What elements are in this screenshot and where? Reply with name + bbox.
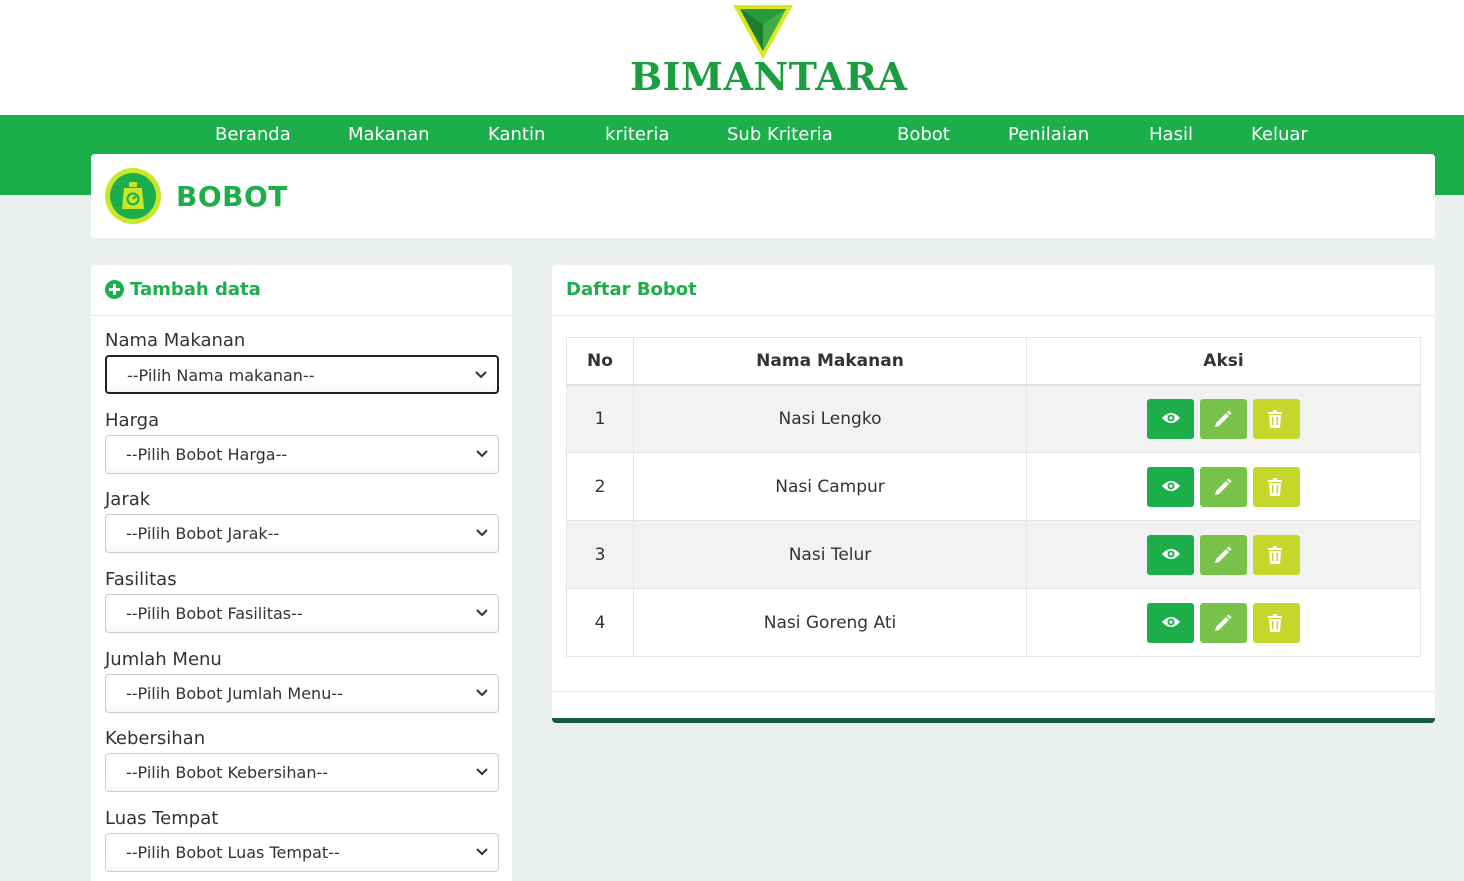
jumlah-menu-select[interactable]: --Pilih Bobot Jumlah Menu-- bbox=[105, 674, 499, 713]
column-header-no[interactable]: No bbox=[566, 337, 634, 386]
cell-no: 1 bbox=[566, 384, 634, 453]
brand-name: BIMANTARA bbox=[630, 54, 908, 99]
bobot-list-title: Daftar Bobot bbox=[566, 279, 697, 300]
nav-item-kriteria[interactable]: kriteria bbox=[605, 124, 669, 145]
table-row: 3 Nasi Telur bbox=[566, 520, 1421, 589]
chevron-down-icon bbox=[475, 371, 487, 379]
plus-circle-icon bbox=[105, 280, 124, 299]
edit-button[interactable] bbox=[1200, 534, 1247, 575]
nav-item-makanan[interactable]: Makanan bbox=[348, 124, 430, 145]
view-button[interactable] bbox=[1147, 466, 1194, 507]
eye-icon bbox=[1162, 616, 1180, 627]
cell-nama-makanan: Nasi Goreng Ati bbox=[633, 588, 1027, 657]
delete-button[interactable] bbox=[1253, 398, 1300, 439]
nav-menu: Beranda Makanan Kantin kriteria Sub Krit… bbox=[0, 115, 1464, 155]
table-row: 1 Nasi Lengko bbox=[566, 384, 1421, 453]
nav-item-keluar[interactable]: Keluar bbox=[1251, 124, 1308, 145]
add-data-card: Tambah data Nama Makanan --Pilih Nama ma… bbox=[91, 265, 512, 881]
harga-select[interactable]: --Pilih Bobot Harga-- bbox=[105, 435, 499, 474]
card-bottom-accent bbox=[552, 718, 1435, 723]
cell-nama-makanan: Nasi Lengko bbox=[633, 384, 1027, 453]
edit-button[interactable] bbox=[1200, 602, 1247, 643]
cell-aksi bbox=[1026, 384, 1421, 453]
brand-logo[interactable]: BIMANTARA bbox=[630, 4, 908, 99]
cell-no: 4 bbox=[566, 588, 634, 657]
field-label: Kebersihan bbox=[105, 728, 206, 749]
cell-aksi bbox=[1026, 452, 1421, 521]
cell-nama-makanan: Nasi Campur bbox=[633, 452, 1027, 521]
delete-button[interactable] bbox=[1253, 602, 1300, 643]
header: BIMANTARA bbox=[0, 0, 1464, 115]
fasilitas-select[interactable]: --Pilih Bobot Fasilitas-- bbox=[105, 594, 499, 633]
table-header-row: No Nama Makanan Aksi bbox=[566, 337, 1421, 386]
view-button[interactable] bbox=[1147, 602, 1194, 643]
chevron-down-icon bbox=[476, 450, 488, 458]
card-footer-divider bbox=[552, 691, 1435, 692]
view-button[interactable] bbox=[1147, 398, 1194, 439]
trash-icon bbox=[1268, 613, 1282, 632]
trash-icon bbox=[1268, 477, 1282, 496]
field-label: Fasilitas bbox=[105, 569, 177, 590]
page-title: BOBOT bbox=[176, 180, 288, 213]
jarak-select[interactable]: --Pilih Bobot Jarak-- bbox=[105, 514, 499, 553]
delete-button[interactable] bbox=[1253, 534, 1300, 575]
chevron-down-icon bbox=[476, 848, 488, 856]
pencil-icon bbox=[1215, 410, 1232, 427]
kebersihan-select[interactable]: --Pilih Bobot Kebersihan-- bbox=[105, 753, 499, 792]
cell-nama-makanan: Nasi Telur bbox=[633, 520, 1027, 589]
pencil-icon bbox=[1215, 546, 1232, 563]
logo-triangle-icon bbox=[733, 5, 793, 59]
field-label: Luas Tempat bbox=[105, 808, 219, 829]
nav-item-kantin[interactable]: Kantin bbox=[488, 124, 545, 145]
edit-button[interactable] bbox=[1200, 466, 1247, 507]
table-row: 4 Nasi Goreng Ati bbox=[566, 588, 1421, 657]
column-header-nama-makanan[interactable]: Nama Makanan bbox=[633, 337, 1027, 386]
eye-icon bbox=[1162, 412, 1180, 423]
cell-no: 2 bbox=[566, 452, 634, 521]
eye-icon bbox=[1162, 480, 1180, 491]
chevron-down-icon bbox=[476, 689, 488, 697]
chevron-down-icon bbox=[476, 768, 488, 776]
nav-item-sub-kriteria[interactable]: Sub Kriteria bbox=[727, 124, 833, 145]
field-label: Jarak bbox=[105, 489, 151, 510]
delete-button[interactable] bbox=[1253, 466, 1300, 507]
nav-item-bobot[interactable]: Bobot bbox=[897, 124, 950, 145]
scale-icon bbox=[105, 168, 161, 224]
edit-button[interactable] bbox=[1200, 398, 1247, 439]
trash-icon bbox=[1268, 409, 1282, 428]
chevron-down-icon bbox=[476, 609, 488, 617]
field-label: Jumlah Menu bbox=[105, 649, 222, 670]
cell-no: 3 bbox=[566, 520, 634, 589]
nav-item-penilaian[interactable]: Penilaian bbox=[1008, 124, 1089, 145]
nav-item-beranda[interactable]: Beranda bbox=[215, 124, 291, 145]
cell-aksi bbox=[1026, 520, 1421, 589]
chevron-down-icon bbox=[476, 529, 488, 537]
page-title-card: BOBOT bbox=[91, 154, 1435, 238]
add-data-header: Tambah data bbox=[91, 265, 512, 316]
pencil-icon bbox=[1215, 478, 1232, 495]
pencil-icon bbox=[1215, 614, 1232, 631]
bobot-list-header: Daftar Bobot bbox=[552, 265, 1435, 316]
view-button[interactable] bbox=[1147, 534, 1194, 575]
add-data-title: Tambah data bbox=[130, 279, 261, 300]
field-label: Nama Makanan bbox=[105, 330, 246, 351]
column-header-aksi: Aksi bbox=[1026, 337, 1421, 386]
cell-aksi bbox=[1026, 588, 1421, 657]
luas-tempat-select[interactable]: --Pilih Bobot Luas Tempat-- bbox=[105, 833, 499, 872]
field-label: Harga bbox=[105, 410, 160, 431]
bobot-list-card: Daftar Bobot No Nama Makanan Aksi 1 Nasi… bbox=[552, 265, 1435, 720]
eye-icon bbox=[1162, 548, 1180, 559]
nama-makanan-select[interactable]: --Pilih Nama makanan-- bbox=[105, 355, 499, 394]
nav-item-hasil[interactable]: Hasil bbox=[1149, 124, 1193, 145]
trash-icon bbox=[1268, 545, 1282, 564]
bobot-table: No Nama Makanan Aksi 1 Nasi Lengko 2 Nas… bbox=[566, 337, 1421, 657]
table-row: 2 Nasi Campur bbox=[566, 452, 1421, 521]
